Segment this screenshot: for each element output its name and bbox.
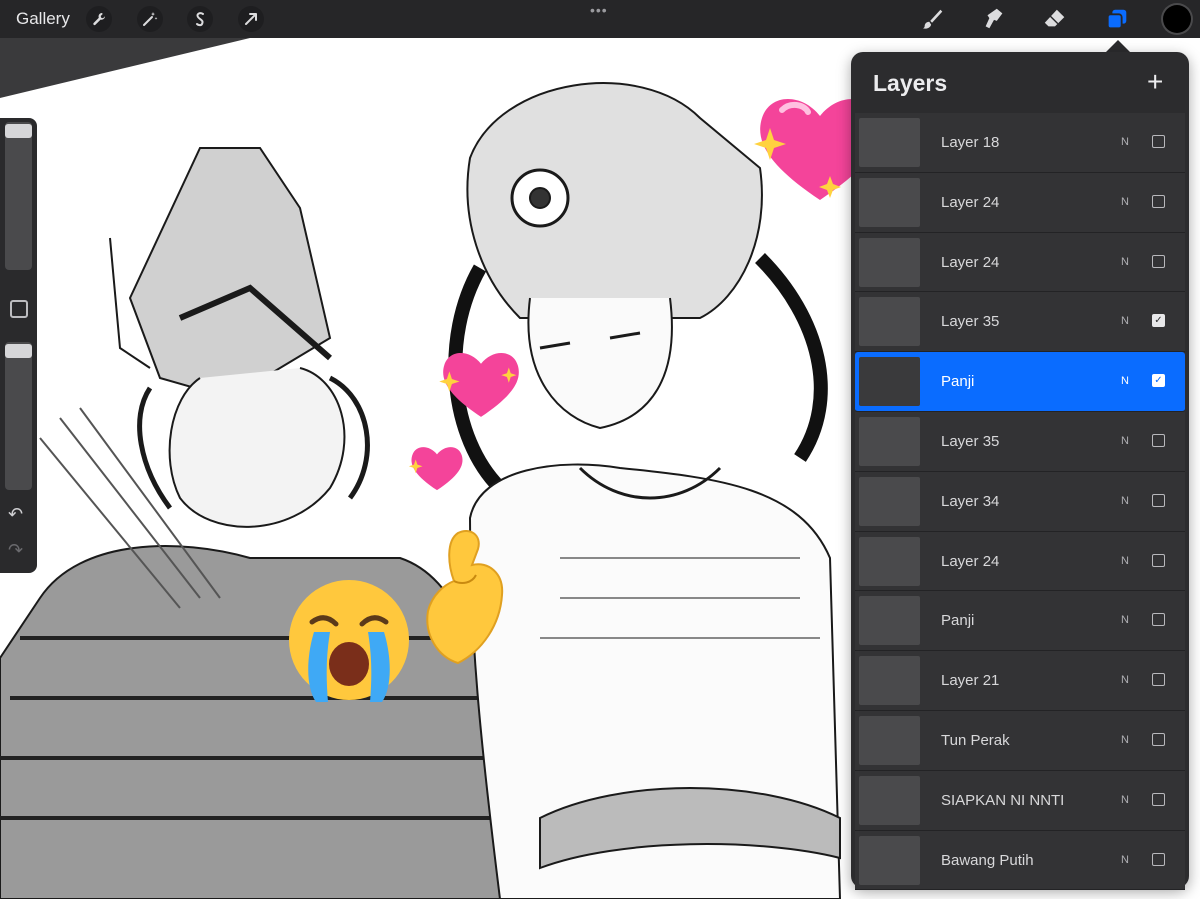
sparkling-heart-sticker [408, 447, 463, 491]
opacity-thumb[interactable] [5, 344, 32, 358]
visibility-checkbox[interactable] [1152, 673, 1165, 687]
modify-button[interactable] [10, 300, 28, 318]
undo-icon[interactable]: ↶ [8, 504, 23, 525]
layer-thumbnail[interactable] [859, 297, 920, 347]
layer-row[interactable]: Layer 34 N [855, 471, 1185, 532]
visibility-checkbox[interactable] [1152, 613, 1165, 627]
visibility-checkbox[interactable] [1152, 254, 1165, 268]
layer-row[interactable]: Layer 35 N [855, 411, 1185, 472]
visibility-checkbox[interactable]: ✓ [1152, 374, 1165, 388]
blend-mode-button[interactable]: N [1121, 674, 1129, 686]
blend-mode-button[interactable]: N [1121, 495, 1129, 507]
left-sidebar: ↶ ↷ [0, 118, 37, 573]
layer-row[interactable]: SIAPKAN NI NNTI N [855, 770, 1185, 831]
layer-name: Layer 24 [941, 193, 1000, 211]
layer-thumbnail[interactable] [859, 416, 920, 466]
layer-thumbnail[interactable] [859, 357, 920, 407]
selection-icon[interactable] [187, 6, 213, 32]
layer-thumbnail[interactable] [859, 118, 920, 167]
loudly-crying-face-sticker [289, 580, 409, 702]
layer-thumbnail[interactable] [859, 775, 920, 825]
layer-row[interactable]: Layer 35 N ✓ [855, 292, 1185, 353]
visibility-checkbox[interactable] [1152, 792, 1165, 806]
blend-mode-button[interactable]: N [1121, 375, 1129, 387]
add-layer-button[interactable]: + [1147, 66, 1163, 98]
panel-title: Layers [873, 70, 948, 96]
layer-name: Layer 35 [941, 313, 1000, 331]
transform-icon[interactable] [238, 6, 264, 32]
layer-name: Layer 34 [941, 492, 1000, 510]
layer-name: Layer 24 [941, 552, 1000, 570]
layers-list: Layer 18 N Layer 24 N Layer 24 N Layer 35 N ✓ Pan… [855, 113, 1185, 891]
more-handle-icon[interactable]: ••• [590, 2, 608, 18]
layer-thumbnail[interactable] [859, 476, 920, 526]
smudge-icon[interactable] [980, 5, 1008, 33]
layer-name: Layer 21 [941, 672, 1000, 690]
redo-icon[interactable]: ↷ [8, 540, 23, 561]
blend-mode-button[interactable]: N [1121, 614, 1129, 626]
layer-thumbnail[interactable] [859, 237, 920, 287]
layer-name: Bawang Putih [941, 851, 1034, 869]
layer-thumbnail[interactable] [859, 715, 920, 765]
blend-mode-button[interactable]: N [1121, 435, 1129, 447]
visibility-checkbox[interactable] [1152, 433, 1165, 447]
brush-icon[interactable] [919, 5, 947, 33]
pinching-hand-sticker [426, 530, 504, 665]
layer-row[interactable]: Layer 21 N [855, 651, 1185, 711]
magic-wand-icon[interactable] [137, 6, 163, 32]
layer-thumbnail[interactable] [859, 536, 920, 586]
blend-mode-button[interactable]: N [1121, 196, 1129, 208]
layer-name: Tun Perak [941, 731, 1010, 749]
visibility-checkbox[interactable] [1152, 553, 1165, 567]
visibility-checkbox[interactable] [1152, 135, 1165, 148]
layers-icon[interactable] [1103, 5, 1131, 33]
brush-size-thumb[interactable] [5, 124, 32, 138]
layer-row[interactable]: Layer 18 N [855, 113, 1185, 173]
visibility-checkbox[interactable] [1152, 493, 1165, 507]
brush-size-slider[interactable] [5, 122, 32, 270]
blend-mode-button[interactable]: N [1121, 136, 1129, 148]
wrench-icon[interactable] [86, 6, 112, 32]
layer-thumbnail[interactable] [859, 596, 920, 646]
eraser-icon[interactable] [1041, 5, 1069, 33]
panel-pointer [1106, 40, 1130, 52]
layers-panel: Layers + Layer 18 N Layer 24 N Layer 24 N Laye… [851, 52, 1189, 891]
sparkling-heart-sticker [439, 353, 519, 417]
layer-name: Panji [941, 373, 975, 391]
blend-mode-button[interactable]: N [1121, 256, 1129, 268]
blend-mode-button[interactable]: N [1121, 315, 1129, 327]
visibility-checkbox[interactable] [1152, 732, 1165, 746]
top-toolbar: Gallery ••• [0, 0, 1200, 38]
layer-name: SIAPKAN NI NNTI [941, 791, 1065, 809]
layer-name: Panji [941, 612, 975, 630]
visibility-checkbox[interactable] [1152, 852, 1165, 866]
layer-name: Layer 18 [941, 134, 1000, 151]
layer-thumbnail[interactable] [859, 835, 920, 885]
visibility-checkbox[interactable]: ✓ [1152, 314, 1165, 328]
blend-mode-button[interactable]: N [1121, 854, 1129, 866]
layer-row[interactable]: Layer 24 N [855, 172, 1185, 233]
gallery-button[interactable]: Gallery [16, 9, 70, 29]
layer-row[interactable]: Layer 24 N [855, 232, 1185, 293]
opacity-slider[interactable] [5, 342, 32, 490]
color-picker-button[interactable] [1163, 5, 1191, 33]
layer-row[interactable]: Panji N [855, 591, 1185, 652]
layer-row[interactable]: Bawang Putih N [855, 830, 1185, 891]
layer-thumbnail[interactable] [859, 177, 920, 227]
layer-row[interactable]: Layer 24 N [855, 531, 1185, 592]
blend-mode-button[interactable]: N [1121, 555, 1129, 567]
visibility-checkbox[interactable] [1152, 194, 1165, 208]
layer-name: Layer 35 [941, 432, 1000, 450]
layer-thumbnail[interactable] [859, 656, 920, 706]
layer-row[interactable]: Tun Perak N [855, 710, 1185, 771]
blend-mode-button[interactable]: N [1121, 794, 1129, 806]
blend-mode-button[interactable]: N [1121, 734, 1129, 746]
layer-name: Layer 24 [941, 253, 1000, 271]
layer-row[interactable]: Panji N ✓ [855, 352, 1185, 412]
